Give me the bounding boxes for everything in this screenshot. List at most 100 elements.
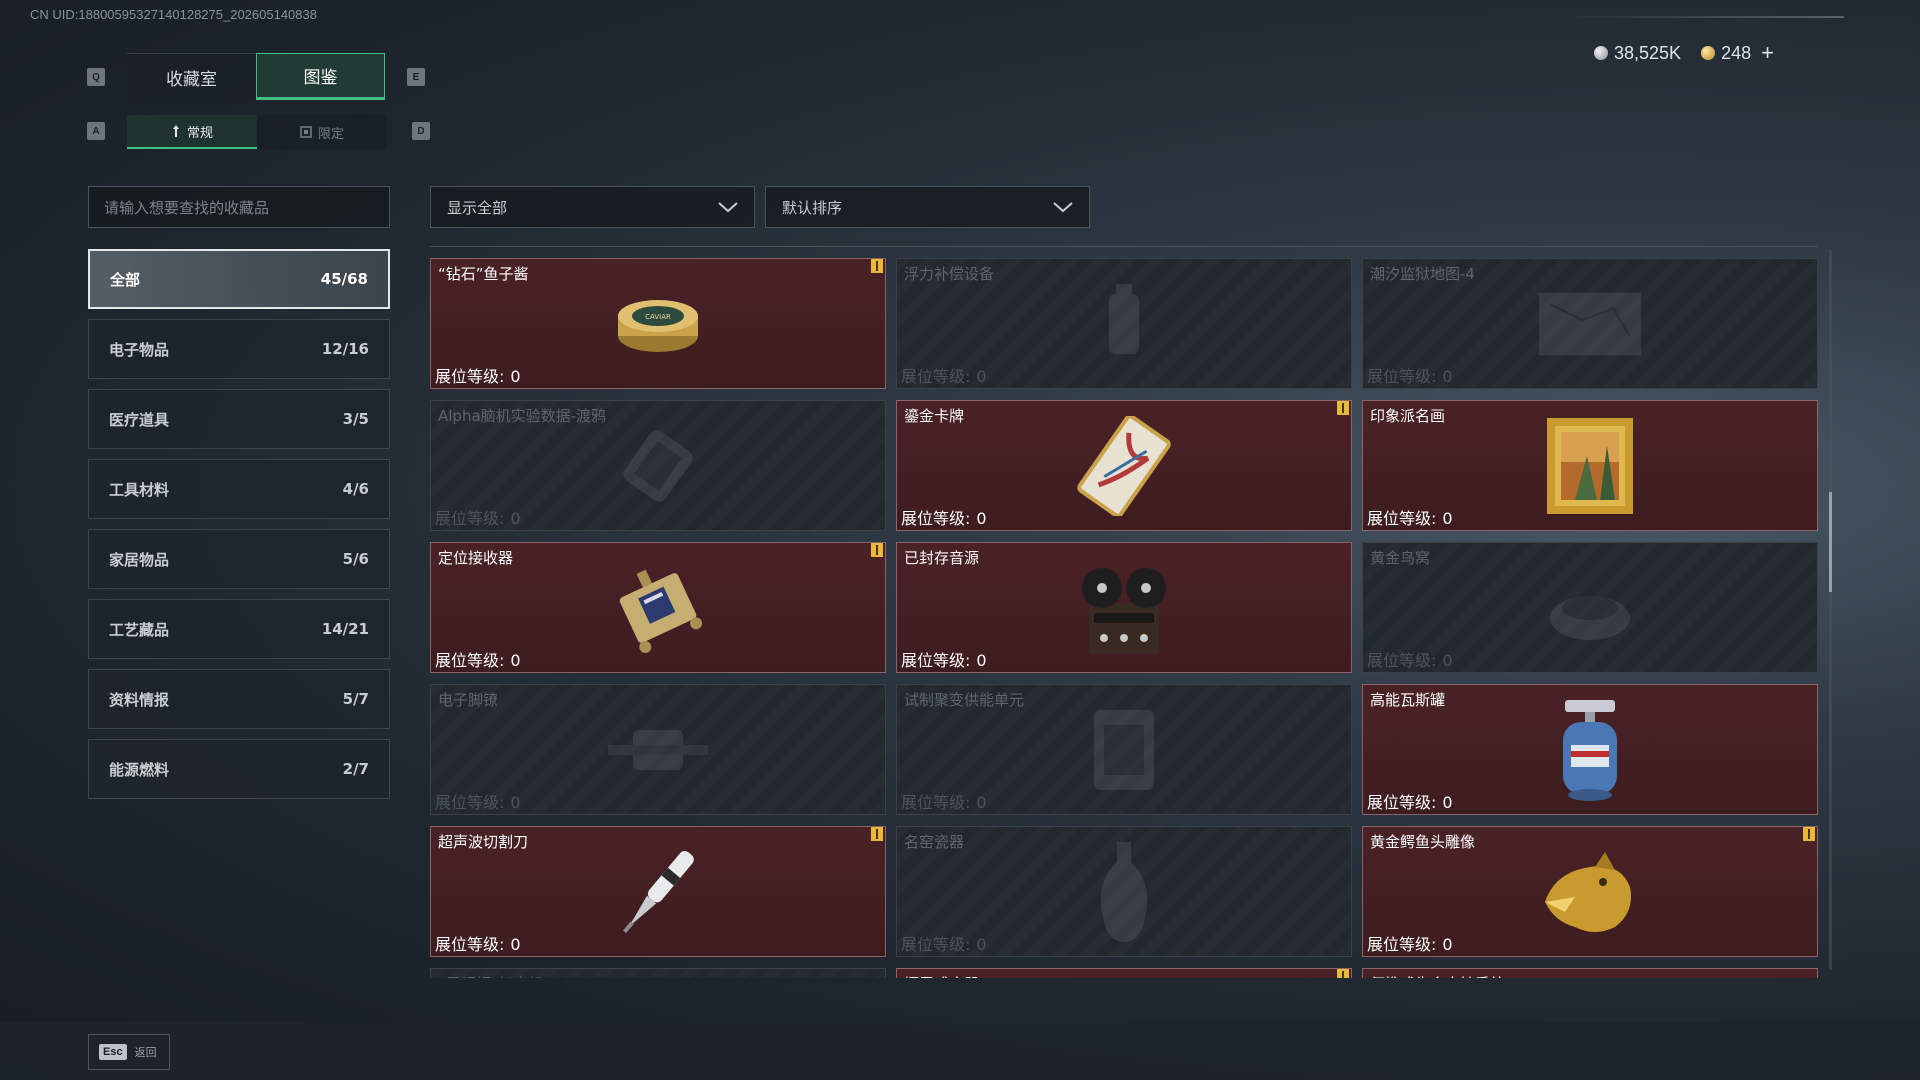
back-label: 返回 bbox=[134, 1046, 157, 1059]
tab-collection-room[interactable]: 收藏室 bbox=[127, 53, 256, 100]
filter-dropdown-label: 显示全部 bbox=[447, 198, 508, 217]
category-intel[interactable]: 资料情报 5/7 bbox=[88, 669, 390, 729]
category-label: 医疗道具 bbox=[109, 410, 170, 429]
tab-codex[interactable]: 图鉴 bbox=[256, 53, 385, 100]
map-icon bbox=[1535, 274, 1645, 374]
category-count: 14/21 bbox=[321, 620, 369, 638]
new-flag-icon bbox=[1337, 969, 1349, 978]
display-level-label: 展位等级: bbox=[1367, 509, 1437, 528]
category-label: 全部 bbox=[110, 270, 141, 289]
display-level: 展位等级: 0 bbox=[1367, 647, 1453, 671]
category-label: 资料情报 bbox=[109, 690, 170, 709]
collection-card[interactable]: 超声波切割刀 展位等级: 0 bbox=[430, 826, 886, 957]
porcelain-vase-icon bbox=[1069, 841, 1179, 942]
display-level: 展位等级: 0 bbox=[1367, 931, 1453, 955]
collection-card[interactable]: 便携式生命支持系统展位等级:0 bbox=[1362, 968, 1818, 978]
collection-card[interactable]: 潮汐监狱地图-4 展位等级: 0 bbox=[1362, 258, 1818, 389]
buoyancy-device-icon bbox=[1069, 274, 1179, 374]
grid-scrollbar[interactable] bbox=[1829, 250, 1832, 970]
display-level-value: 0 bbox=[510, 793, 521, 812]
display-level-value: 0 bbox=[510, 935, 521, 954]
category-all[interactable]: 全部 45/68 bbox=[88, 249, 390, 309]
gold-currency: 248 + bbox=[1701, 40, 1774, 66]
collection-card[interactable]: 高能瓦斯罐 展位等级: 0 bbox=[1362, 684, 1818, 815]
framed-painting-icon bbox=[1535, 416, 1645, 516]
display-level: 展位等级: 0 bbox=[435, 363, 521, 387]
gold-crocodile-icon bbox=[1535, 842, 1645, 942]
display-level: 展位等级: 0 bbox=[1367, 363, 1453, 387]
collection-card[interactable]: 黄金鸟窝 展位等级: 0 bbox=[1362, 542, 1818, 673]
category-energy[interactable]: 能源燃料 2/7 bbox=[88, 739, 390, 799]
category-label: 工具材料 bbox=[109, 480, 170, 499]
collection-grid: “钻石”鱼子酱 CAVIAR 展位等级: 0 浮力补偿设备 展位等级: 0 潮汐监狱地图-4 展… bbox=[430, 258, 1818, 978]
collection-card[interactable]: Alpha脑机实验数据-渡鸦 展位等级: 0 bbox=[430, 400, 886, 531]
display-level-value: 0 bbox=[976, 651, 987, 670]
limited-icon bbox=[300, 126, 312, 138]
display-level-value: 0 bbox=[510, 367, 521, 386]
category-count: 5/6 bbox=[342, 550, 369, 568]
category-count: 12/16 bbox=[321, 340, 369, 358]
collection-card-name: 浮力补偿设备 bbox=[904, 265, 995, 283]
top-decor-line bbox=[1562, 16, 1844, 18]
silver-currency: 38,525K bbox=[1594, 43, 1681, 64]
regular-icon bbox=[172, 125, 179, 137]
collection-card[interactable]: 名窑瓷器 展位等级: 0 bbox=[896, 826, 1352, 957]
sort-dropdown[interactable]: 默认排序 bbox=[765, 186, 1090, 228]
display-level-label: 展位等级: bbox=[901, 509, 971, 528]
collection-card[interactable]: “雷明顿”打字机展位等级:0 bbox=[430, 968, 886, 978]
locator-receiver-icon bbox=[603, 558, 713, 658]
collection-card[interactable]: 定位接收器 展位等级: 0 bbox=[430, 542, 886, 673]
collection-card[interactable]: 已封存音源 展位等级: 0 bbox=[896, 542, 1352, 673]
grid-divider bbox=[430, 246, 1818, 247]
category-count: 2/7 bbox=[342, 760, 369, 778]
main-tabs: 收藏室 图鉴 bbox=[127, 53, 385, 100]
data-drive-icon bbox=[603, 416, 713, 516]
ultrasonic-cutter-icon bbox=[603, 842, 713, 942]
collection-card-name: 鎏金卡牌 bbox=[904, 407, 965, 425]
search-input[interactable]: 请输入想要查找的收藏品 bbox=[88, 186, 390, 228]
new-flag-icon bbox=[871, 259, 883, 273]
display-level-label: 展位等级: bbox=[435, 509, 505, 528]
golden-nest-icon bbox=[1535, 558, 1645, 658]
bottom-bar bbox=[0, 1022, 1920, 1080]
display-level-label: 展位等级: bbox=[901, 651, 971, 670]
collection-card-name: 名窑瓷器 bbox=[904, 833, 965, 851]
collection-grid-viewport: “钻石”鱼子酱 CAVIAR 展位等级: 0 浮力补偿设备 展位等级: 0 潮汐监狱地图-4 展… bbox=[430, 248, 1818, 978]
display-level-value: 0 bbox=[1442, 509, 1453, 528]
key-hint-d: D bbox=[412, 122, 430, 140]
category-electronics[interactable]: 电子物品 12/16 bbox=[88, 319, 390, 379]
category-crafts[interactable]: 工艺藏品 14/21 bbox=[88, 599, 390, 659]
new-flag-icon bbox=[1803, 827, 1815, 841]
player-uid: CN UID:18800595327140128275_202605140838 bbox=[30, 7, 317, 22]
filter-dropdown[interactable]: 显示全部 bbox=[430, 186, 755, 228]
collection-card-name: 电子脚镣 bbox=[438, 691, 499, 709]
silver-coin-icon bbox=[1594, 46, 1608, 60]
fusion-cell-icon bbox=[1069, 700, 1179, 800]
collection-card[interactable]: 电子脚镣 展位等级: 0 bbox=[430, 684, 886, 815]
back-button[interactable]: Esc 返回 bbox=[88, 1034, 170, 1070]
collection-card[interactable]: 黄金鳄鱼头雕像 展位等级: 0 bbox=[1362, 826, 1818, 957]
category-medical[interactable]: 医疗道具 3/5 bbox=[88, 389, 390, 449]
subtab-regular[interactable]: 常规 bbox=[127, 115, 257, 149]
display-level-value: 0 bbox=[1442, 935, 1453, 954]
category-tools[interactable]: 工具材料 4/6 bbox=[88, 459, 390, 519]
collection-card[interactable]: “钻石”鱼子酱 CAVIAR 展位等级: 0 bbox=[430, 258, 886, 389]
collection-card-name: Alpha脑机实验数据-渡鸦 bbox=[438, 407, 607, 425]
collection-card[interactable]: 印象派名画 展位等级: 0 bbox=[1362, 400, 1818, 531]
add-currency-button[interactable]: + bbox=[1761, 40, 1774, 66]
collection-card-name: “雷明顿”打字机 bbox=[438, 973, 544, 978]
category-household[interactable]: 家居物品 5/6 bbox=[88, 529, 390, 589]
collection-card[interactable]: 鎏金卡牌 展位等级: 0 bbox=[896, 400, 1352, 531]
display-level: 展位等级: 0 bbox=[901, 647, 987, 671]
display-level: 展位等级: 0 bbox=[901, 789, 987, 813]
key-hint-a: A bbox=[87, 122, 105, 140]
subtab-limited[interactable]: 限定 bbox=[257, 115, 387, 149]
display-level-label: 展位等级: bbox=[901, 935, 971, 954]
display-level: 展位等级: 0 bbox=[1367, 789, 1453, 813]
collection-card[interactable]: 浮力补偿设备 展位等级: 0 bbox=[896, 258, 1352, 389]
collection-card[interactable]: 堰尾感应器展位等级:0 bbox=[896, 968, 1352, 978]
collection-card-name: 便携式生命支持系统 bbox=[1370, 973, 1505, 978]
collection-card[interactable]: 试制聚变供能单元 展位等级: 0 bbox=[896, 684, 1352, 815]
scrollbar-thumb[interactable] bbox=[1829, 492, 1832, 592]
subtab-limited-label: 限定 bbox=[317, 126, 344, 142]
